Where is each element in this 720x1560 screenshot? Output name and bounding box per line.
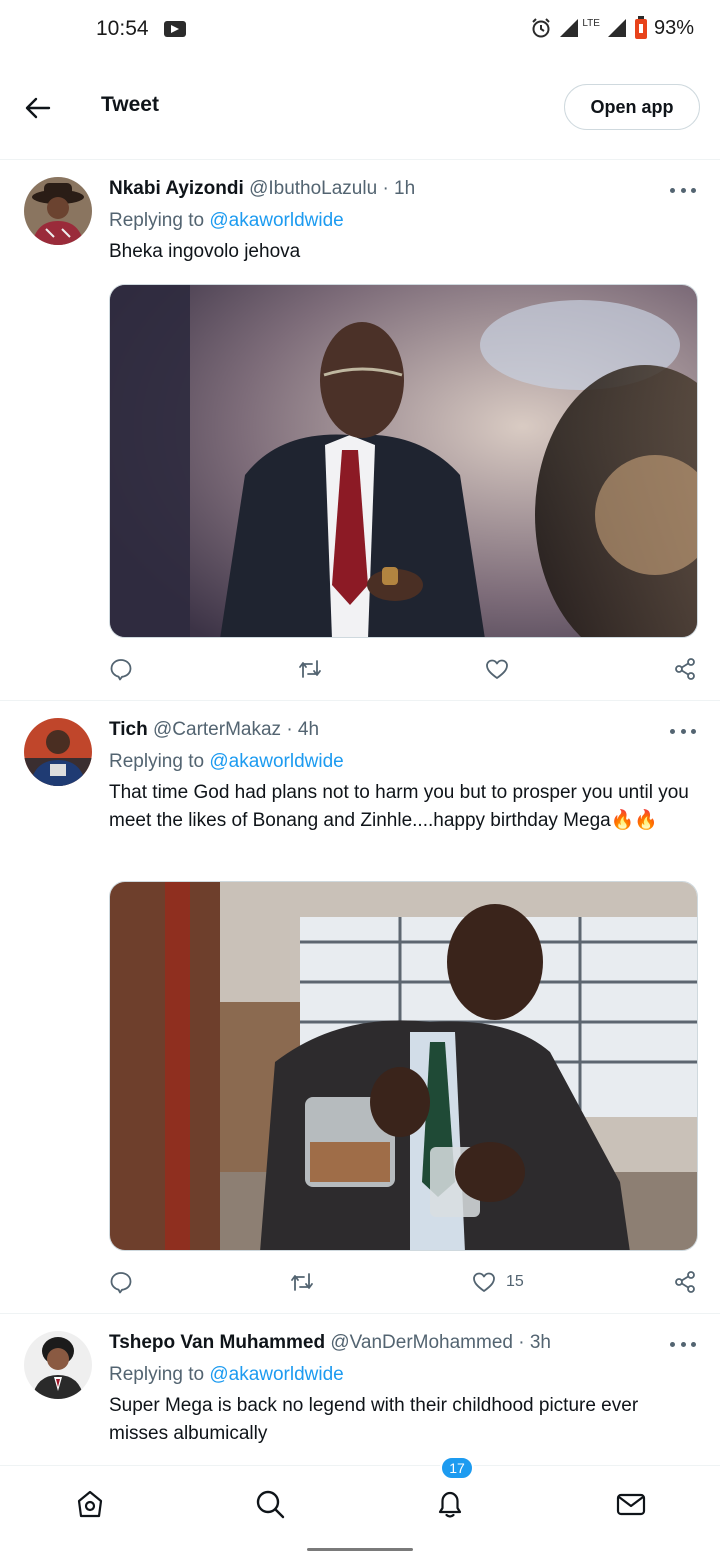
author-name[interactable]: Tich — [109, 719, 148, 740]
bottom-navigation: 17 — [0, 1456, 720, 1537]
tweet-photo[interactable] — [109, 881, 698, 1251]
back-button[interactable] — [20, 90, 56, 126]
home-icon — [77, 1490, 103, 1518]
retweet-button[interactable] — [297, 654, 323, 684]
tweet-item[interactable]: Tshepo Van Muhammed @VanDerMohammed · 3h… — [0, 1314, 720, 1465]
message-notification-icon — [164, 21, 186, 37]
tweet-text: Bheka ingovolo jehova — [109, 241, 301, 262]
top-app-bar: Tweet Open app — [0, 60, 720, 160]
replying-to-label: Replying to — [109, 1364, 210, 1385]
status-time: 10:54 — [96, 17, 149, 40]
author-name[interactable]: Tshepo Van Muhammed — [109, 1332, 325, 1353]
replying-to: Replying to @akaworldwide — [109, 1364, 344, 1386]
gesture-bar — [0, 1537, 720, 1560]
heart-icon — [486, 659, 508, 679]
retweet-icon — [299, 660, 321, 678]
battery-icon — [634, 16, 647, 39]
replying-to: Replying to @akaworldwide — [109, 210, 344, 232]
like-count: 15 — [506, 1273, 524, 1290]
network-type-label: LTE — [582, 17, 600, 29]
tweet-header: Nkabi Ayizondi @IbuthoLazulu · 1h — [109, 178, 415, 200]
status-indicators: LTE 93% — [530, 16, 694, 40]
arrow-left-icon — [25, 97, 51, 119]
tweet-header: Tich @CarterMakaz · 4h — [109, 719, 319, 741]
share-icon — [675, 1271, 695, 1293]
reply-icon — [110, 659, 132, 681]
author-meta: @CarterMakaz · 4h — [153, 719, 320, 740]
page-title: Tweet — [101, 93, 159, 116]
home-indicator[interactable] — [307, 1548, 413, 1551]
reply-button[interactable] — [109, 1267, 133, 1297]
mail-icon — [616, 1493, 646, 1516]
author-meta: @VanDerMohammed · 3h — [330, 1332, 551, 1353]
nav-home[interactable] — [70, 1484, 110, 1524]
replying-to-label: Replying to — [109, 751, 210, 772]
more-options-button[interactable] — [670, 1334, 696, 1354]
tweet-item[interactable]: Nkabi Ayizondi @IbuthoLazulu · 1h Replyi… — [0, 160, 720, 701]
share-button[interactable] — [673, 654, 697, 684]
notifications-badge: 17 — [440, 1456, 474, 1480]
tweet-photo[interactable] — [109, 284, 698, 638]
open-app-button[interactable]: Open app — [564, 84, 700, 130]
more-options-button[interactable] — [670, 721, 696, 741]
tweet-text: Super Mega is back no legend with their … — [109, 1395, 639, 1444]
avatar[interactable] — [24, 177, 92, 245]
like-button[interactable]: 15 — [472, 1267, 524, 1297]
nav-messages[interactable] — [611, 1484, 651, 1524]
author-meta: @IbuthoLazulu · 1h — [249, 178, 416, 199]
replying-to: Replying to @akaworldwide — [109, 751, 344, 773]
replying-to-handle[interactable]: @akaworldwide — [209, 1364, 343, 1385]
retweet-button[interactable] — [289, 1267, 315, 1297]
nav-search[interactable] — [250, 1484, 290, 1524]
tweet-actions: 15 — [109, 1267, 699, 1297]
nav-notifications[interactable] — [430, 1484, 470, 1524]
replying-to-handle[interactable]: @akaworldwide — [209, 751, 343, 772]
replying-to-label: Replying to — [109, 210, 210, 231]
search-icon — [256, 1490, 285, 1519]
reply-button[interactable] — [109, 654, 133, 684]
share-button[interactable] — [673, 1267, 697, 1297]
replying-to-handle[interactable]: @akaworldwide — [209, 210, 343, 231]
avatar[interactable] — [24, 1331, 92, 1399]
tweet-header: Tshepo Van Muhammed @VanDerMohammed · 3h — [109, 1332, 551, 1354]
signal-icon-2 — [607, 19, 626, 37]
tweet-item[interactable]: Tich @CarterMakaz · 4h Replying to @akaw… — [0, 701, 720, 1314]
avatar[interactable] — [24, 718, 92, 786]
like-button[interactable] — [485, 654, 519, 684]
status-bar: 10:54 LTE 93% — [0, 0, 720, 60]
battery-percentage: 93% — [653, 16, 694, 39]
share-icon — [675, 658, 695, 680]
reply-icon — [110, 1272, 132, 1294]
heart-icon — [473, 1272, 495, 1292]
more-options-button[interactable] — [670, 180, 696, 200]
author-name[interactable]: Nkabi Ayizondi — [109, 178, 244, 199]
tweet-actions — [109, 654, 699, 684]
bell-icon — [438, 1491, 462, 1518]
retweet-icon — [291, 1273, 313, 1291]
tweet-text: That time God had plans not to harm you … — [109, 782, 689, 831]
signal-icon — [560, 19, 579, 37]
alarm-icon — [532, 18, 551, 38]
